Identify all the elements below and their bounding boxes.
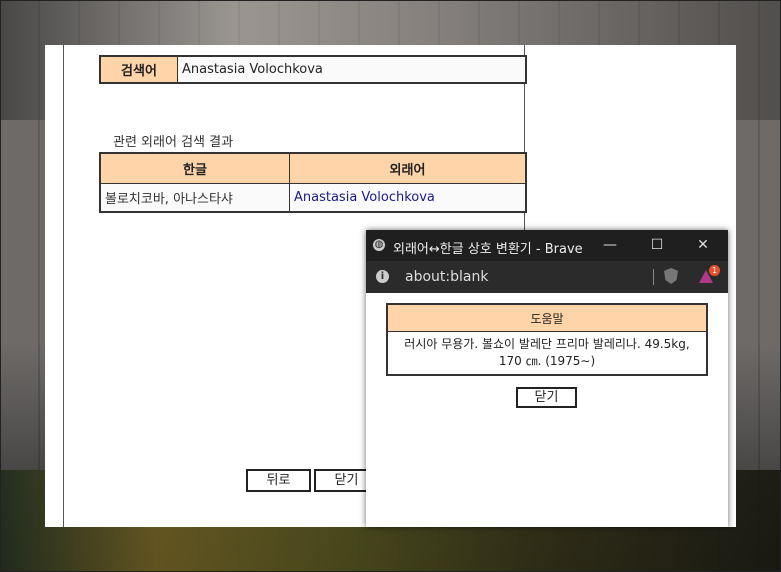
results-table: 한글 외래어 볼로치코바, 아나스타샤 Anastasia Volochkova [99,152,527,213]
search-term-value: Anastasia Volochkova [177,55,527,84]
column-header-foreign: 외래어 [289,152,527,184]
help-header: 도움말 [386,303,708,332]
related-results-title: 관련 외래어 검색 결과 [113,135,234,150]
rewards-badge: 1 [709,265,720,276]
globe-icon: ◍ [373,239,385,251]
popup-titlebar[interactable]: ◍ 외래어↔한글 상호 변환기 - Brave — ☐ ✕ [366,230,728,261]
close-icon[interactable]: ✕ [694,236,712,254]
search-term-table: 검색어 Anastasia Volochkova [99,55,527,84]
search-term-label: 검색어 [99,55,178,84]
help-table: 도움말 러시아 무용가. 볼쇼이 발레단 프리마 발레리나. 49.5kg, 1… [386,303,708,376]
brave-shield-icon[interactable] [664,268,678,284]
result-link[interactable]: Anastasia Volochkova [289,183,527,213]
address-text[interactable]: about:blank [405,269,488,285]
popup-title: 외래어↔한글 상호 변환기 - Brave [393,242,583,257]
address-bar: i about:blank 1 [366,261,728,293]
help-text: 러시아 무용가. 볼쇼이 발레단 프리마 발레리나. 49.5kg, 170 ㎝… [386,331,708,376]
cell-korean: 볼로치코바, 아나스타샤 [99,183,290,213]
help-popup-window: ◍ 외래어↔한글 상호 변환기 - Brave — ☐ ✕ i about:bl… [366,230,728,527]
popup-close-button[interactable]: 닫기 [516,387,577,408]
table-row: 볼로치코바, 아나스타샤 Anastasia Volochkova [99,183,527,213]
column-header-korean: 한글 [99,152,290,184]
maximize-icon[interactable]: ☐ [648,236,666,254]
results-header-row: 한글 외래어 [99,152,527,184]
minimize-icon[interactable]: — [601,236,619,254]
back-button[interactable]: 뒤로 [246,469,311,492]
address-separator [653,269,654,285]
info-icon[interactable]: i [376,270,389,283]
